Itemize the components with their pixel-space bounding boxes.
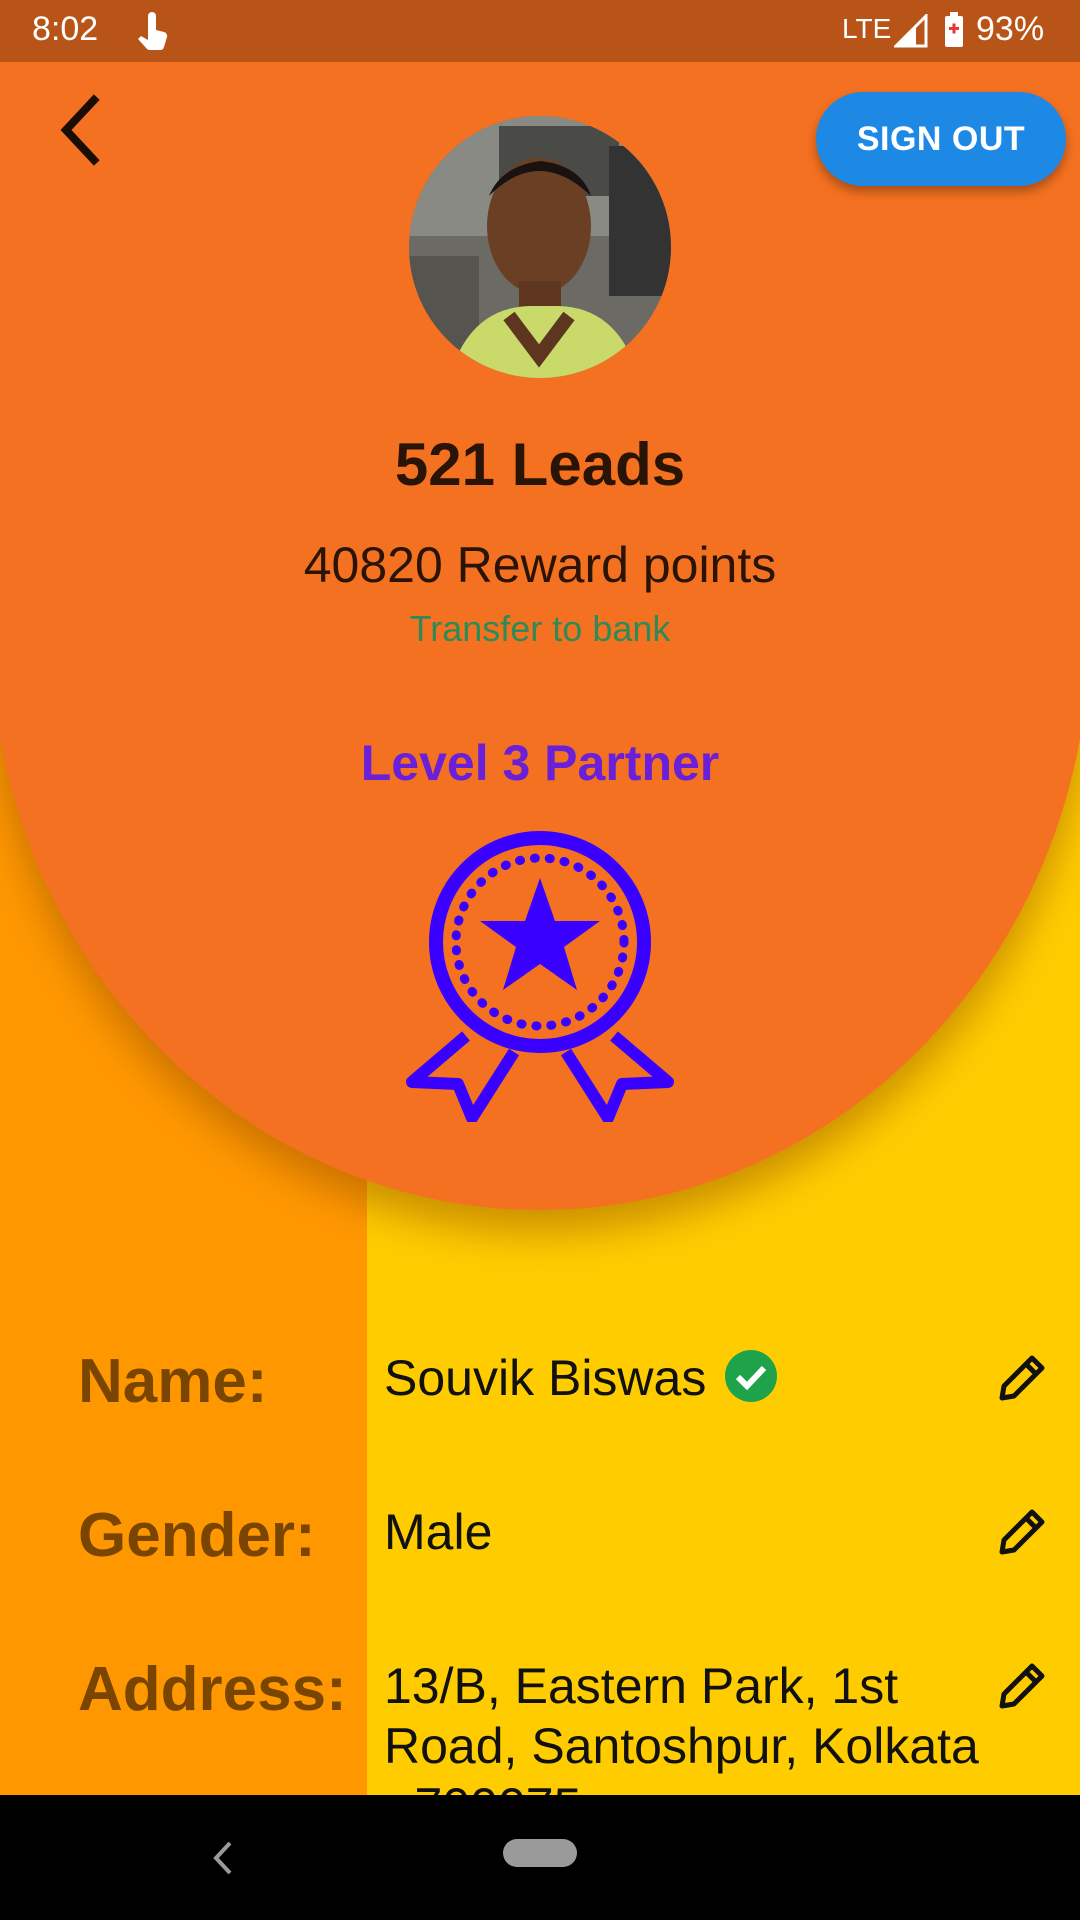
network-label: LTE	[842, 13, 892, 44]
award-badge-icon	[406, 831, 674, 1122]
address-label: Address:	[78, 1655, 347, 1724]
edit-name-icon[interactable]	[996, 1352, 1048, 1404]
name-label: Name:	[78, 1347, 268, 1416]
leads-count: 521 Leads	[394, 431, 686, 498]
nav-home-pill[interactable]	[503, 1839, 577, 1867]
name-text: Souvik Biswas	[384, 1350, 707, 1406]
back-arrow-icon[interactable]	[52, 90, 112, 170]
battery-percent: 93%	[976, 10, 1045, 48]
status-bar: 8:02 LTE 93%	[0, 0, 1080, 62]
partner-level: Level 3 Partner	[360, 735, 720, 791]
transfer-to-bank-link[interactable]: Transfer to bank	[0, 608, 1080, 650]
profile-screen: 8:02 LTE 93% SIGN OUT 521 Leads 40820 Re…	[0, 0, 1080, 1920]
gender-label: Gender:	[78, 1501, 316, 1570]
signal-icon	[894, 14, 928, 48]
edit-gender-icon[interactable]	[996, 1506, 1048, 1558]
nav-back-icon[interactable]	[208, 1835, 236, 1881]
touch-icon	[138, 12, 168, 51]
edit-address-icon[interactable]	[996, 1660, 1048, 1712]
battery-icon	[945, 12, 963, 47]
name-value: Souvik Biswas	[384, 1348, 778, 1408]
reward-points: 40820 Reward points	[303, 537, 777, 593]
avatar[interactable]	[409, 116, 671, 378]
status-time: 8:02	[32, 10, 99, 48]
verified-check-icon	[725, 1350, 778, 1402]
sign-out-button[interactable]: SIGN OUT	[816, 92, 1066, 186]
gender-value: Male	[384, 1504, 493, 1560]
system-navigation-bar	[0, 1795, 1080, 1920]
